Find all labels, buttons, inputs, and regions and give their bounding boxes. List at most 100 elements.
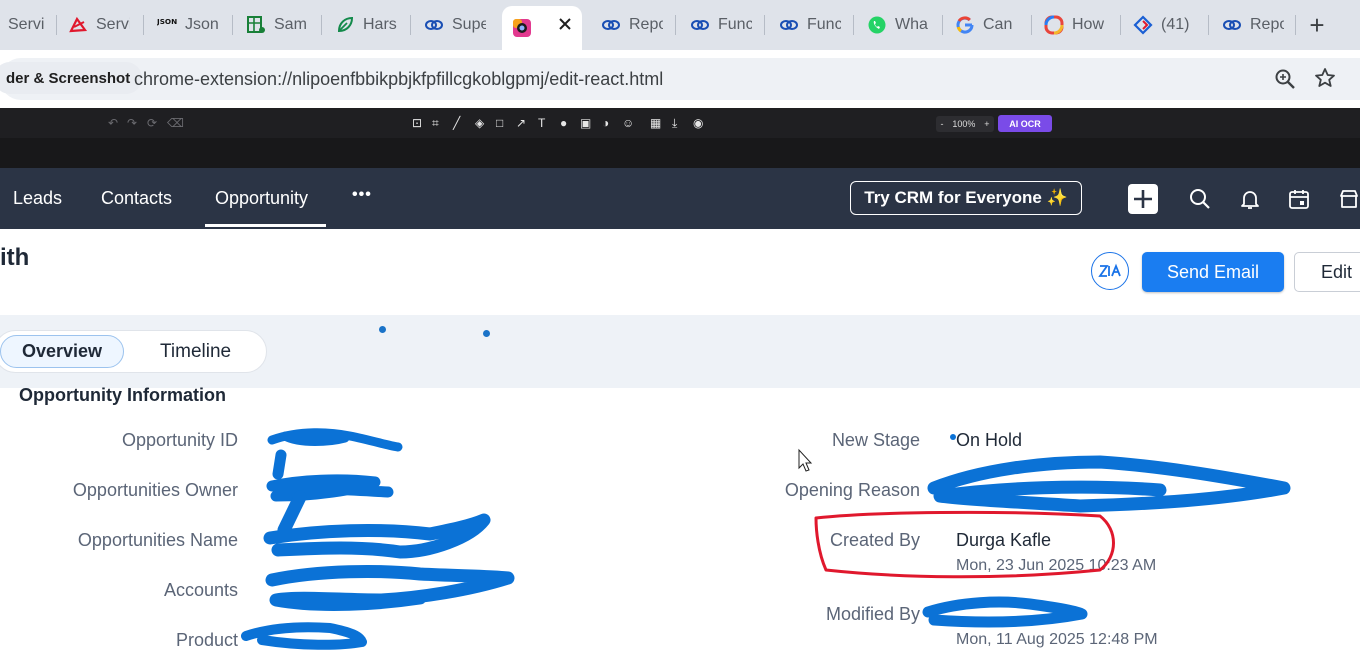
- tab-label: Json: [185, 16, 219, 33]
- tab-separator: [675, 15, 676, 35]
- try-crm-button[interactable]: Try CRM for Everyone ✨: [850, 181, 1082, 215]
- field-label-accounts: Accounts: [163, 580, 238, 600]
- close-tab-icon[interactable]: [558, 17, 572, 36]
- edit-button[interactable]: Edit: [1294, 252, 1360, 292]
- tab-separator: [1208, 15, 1209, 35]
- field-label-opportunities-name: Opportunities Name: [77, 530, 238, 550]
- download-icon[interactable]: ⤓: [672, 116, 677, 131]
- tab-label: Hars: [363, 16, 397, 33]
- tab-separator: [232, 15, 233, 35]
- new-tab-button[interactable]: +: [1304, 12, 1330, 38]
- tab-separator: [1295, 15, 1296, 35]
- screenshot-extension-icon: [512, 18, 532, 38]
- bell-icon[interactable]: [1239, 188, 1261, 215]
- zoom-magnifier-icon[interactable]: [1274, 68, 1296, 95]
- highlighter-icon[interactable]: ◈: [475, 116, 484, 130]
- tab-separator: [321, 15, 322, 35]
- redo-icon[interactable]: ↷: [127, 116, 137, 130]
- browser-tab[interactable]: Wha: [867, 9, 929, 41]
- blur-tool-icon[interactable]: ▣: [580, 116, 591, 130]
- tab-separator: [853, 15, 854, 35]
- field-label-created-by: Created By: [829, 530, 920, 550]
- browser-tab[interactable]: Sam: [246, 9, 308, 41]
- tab-label: Servi: [96, 16, 130, 33]
- annotation-dot: [379, 326, 386, 333]
- counter-icon[interactable]: ◑: [602, 116, 609, 130]
- record-tab-group: Overview Timeline: [0, 330, 267, 373]
- tab-label: Servi: [8, 16, 45, 33]
- nav-opportunity[interactable]: Opportunity: [215, 188, 308, 209]
- address-bar: der & Screenshot chrome-extension://nlip…: [0, 50, 1360, 108]
- annotation-dot: [483, 330, 490, 337]
- redaction-scribble: [927, 455, 1291, 513]
- tab-label: Func: [807, 16, 841, 33]
- emoji-icon[interactable]: ☺: [622, 116, 634, 130]
- browser-tab[interactable]: Servi: [68, 9, 130, 41]
- tab-label: Repo: [1250, 16, 1284, 33]
- browser-tab[interactable]: How: [1044, 9, 1106, 41]
- field-value-created-by: Durga Kafle: [956, 530, 1052, 550]
- browser-tab[interactable]: Func: [690, 9, 752, 41]
- nav-more-button[interactable]: •••: [352, 186, 372, 204]
- store-icon[interactable]: [1338, 188, 1360, 215]
- sticker-icon[interactable]: ▦: [650, 116, 661, 130]
- tab-label: Repo: [629, 16, 663, 33]
- undo-icon[interactable]: ↶: [108, 116, 118, 130]
- tab-separator: [56, 15, 57, 35]
- crop-icon[interactable]: ⌗: [432, 116, 439, 131]
- created-timestamp: Mon, 23 Jun 2025 10:23 AM: [956, 557, 1157, 574]
- add-button[interactable]: [1128, 184, 1158, 214]
- link-icon: [424, 15, 444, 35]
- url-text[interactable]: chrome-extension://nlipoenfbbikpbjkfpfil…: [134, 69, 663, 90]
- browser-tab[interactable]: JSON Json: [157, 9, 219, 41]
- browser-tab[interactable]: Repo: [1222, 9, 1284, 41]
- copilot-icon: [1044, 15, 1064, 35]
- browser-tab[interactable]: Supe: [424, 9, 486, 41]
- zia-assistant-icon[interactable]: [1091, 252, 1129, 290]
- line-icon[interactable]: ╱: [453, 116, 460, 130]
- tab-separator: [1031, 15, 1032, 35]
- record-tabs-bar: Overview Timeline: [0, 315, 1360, 388]
- bookmark-star-icon[interactable]: [1314, 67, 1336, 94]
- tab-separator: [764, 15, 765, 35]
- nav-active-indicator: [205, 224, 326, 227]
- arrow-icon[interactable]: ↗: [516, 116, 526, 130]
- browser-tab[interactable]: Hars: [335, 9, 397, 41]
- text-icon[interactable]: T: [538, 116, 545, 130]
- tab-label: (41): [1161, 16, 1190, 33]
- calendar-icon[interactable]: [1288, 188, 1310, 215]
- tab-overview[interactable]: Overview: [0, 335, 124, 368]
- record-icon[interactable]: ◉: [693, 116, 703, 130]
- ai-ocr-button[interactable]: AI OCR: [998, 115, 1052, 132]
- link-icon: [690, 15, 710, 35]
- blur-drop-icon[interactable]: ●: [560, 116, 567, 130]
- select-icon[interactable]: ⊡: [412, 116, 422, 130]
- browser-tab[interactable]: (41): [1133, 9, 1195, 41]
- reset-icon[interactable]: ⟳: [147, 116, 157, 130]
- browser-tab-strip: Servi Servi JSON Json Sam Hars Supe Repo…: [0, 0, 1360, 50]
- browser-tab[interactable]: Servi: [8, 9, 48, 41]
- editor-canvas-top: [0, 138, 1360, 168]
- tab-separator: [143, 15, 144, 35]
- browser-tab[interactable]: Can: [955, 9, 1017, 41]
- field-label-opening-reason: Opening Reason: [784, 480, 920, 500]
- rectangle-icon[interactable]: □: [496, 116, 503, 130]
- tab-timeline[interactable]: Timeline: [160, 341, 231, 363]
- nav-leads[interactable]: Leads: [13, 188, 62, 209]
- send-email-button[interactable]: Send Email: [1142, 252, 1284, 292]
- eraser-icon[interactable]: ⌫: [167, 116, 184, 130]
- zoom-out-button[interactable]: -: [940, 119, 943, 129]
- browser-tab-active[interactable]: [502, 6, 582, 50]
- tab-separator: [1120, 15, 1121, 35]
- browser-tab[interactable]: Func: [779, 9, 841, 41]
- json-icon: JSON: [157, 15, 177, 35]
- extension-chip[interactable]: der & Screenshot: [0, 62, 143, 94]
- redaction-scribble: [241, 622, 367, 650]
- zoom-level: 100%: [952, 119, 976, 129]
- browser-tab[interactable]: Repo: [601, 9, 663, 41]
- field-value-new-stage[interactable]: On Hold: [956, 430, 1022, 451]
- nav-contacts[interactable]: Contacts: [101, 188, 172, 209]
- leaf-icon: [335, 15, 355, 35]
- search-icon[interactable]: [1189, 188, 1211, 215]
- zoom-in-button[interactable]: +: [984, 119, 989, 129]
